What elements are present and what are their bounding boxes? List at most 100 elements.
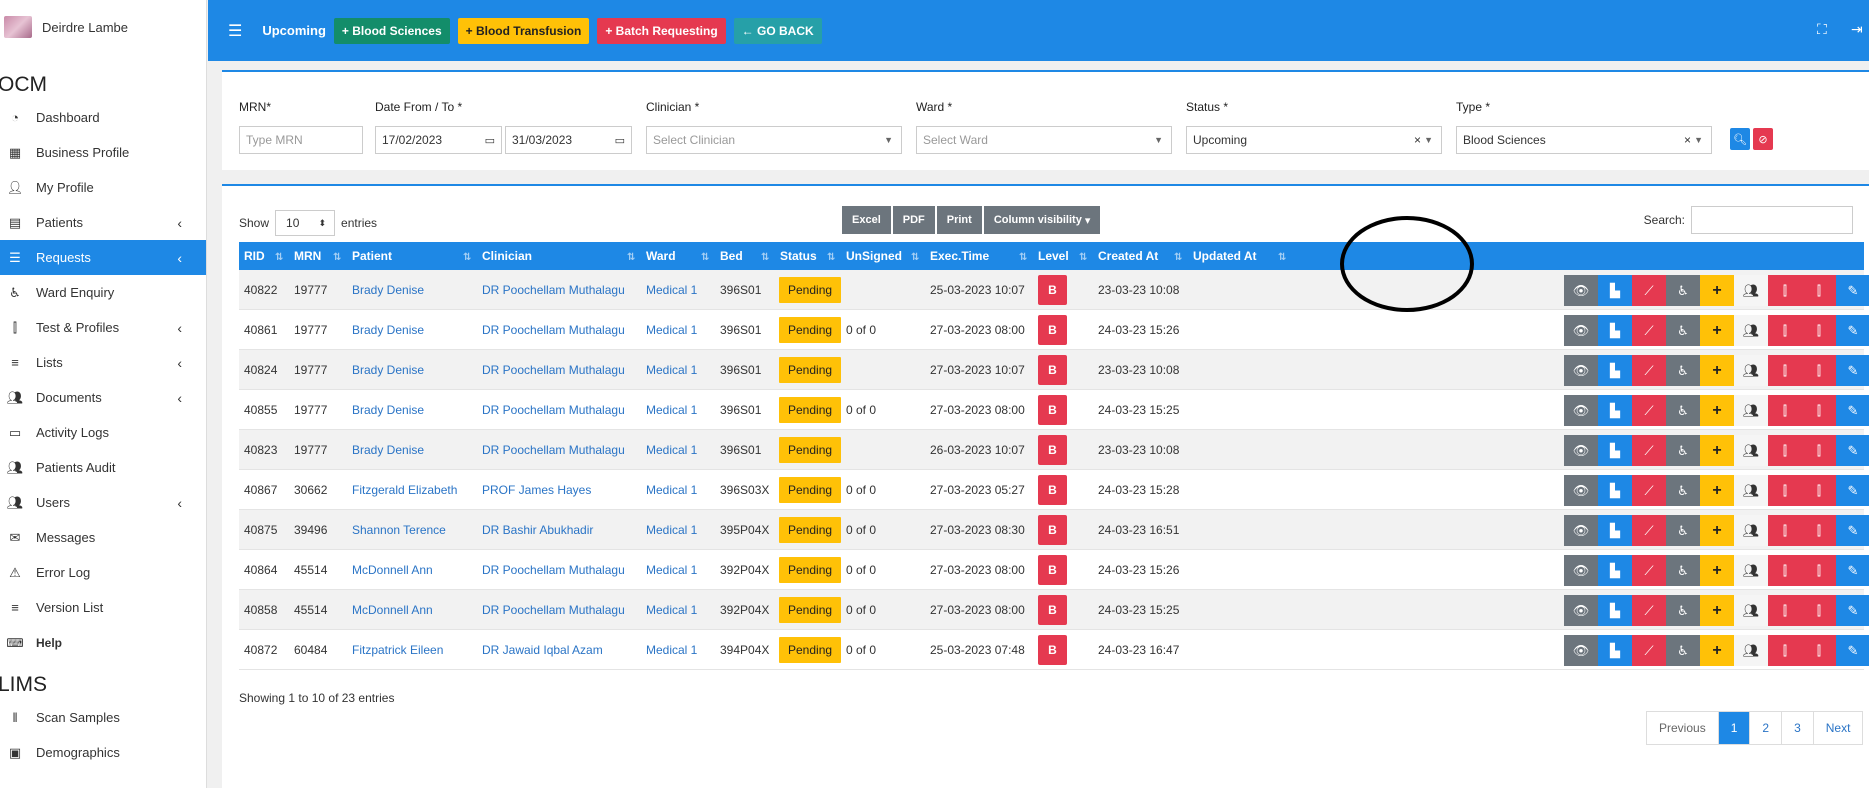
sidebar-item-scan-samples[interactable]: ‖ Scan Samples [0, 700, 206, 735]
cell-ward[interactable]: Medical 1 [641, 510, 697, 550]
column-header-patient[interactable]: Patient [347, 242, 392, 270]
users-icon[interactable]: 👥︎ [1734, 555, 1768, 586]
cell-patient[interactable]: Brady Denise [347, 430, 424, 470]
cell-ward[interactable]: Medical 1 [641, 550, 697, 590]
users-icon[interactable]: 👥︎ [1734, 635, 1768, 666]
date-to-input[interactable]: 31/03/2023 ▭ [505, 126, 632, 154]
edit-icon[interactable]: ✎ [1836, 635, 1869, 666]
wheelchair-icon[interactable]: ♿︎ [1666, 515, 1700, 546]
vials-icon[interactable]: ⫿ [1768, 355, 1802, 386]
view-icon[interactable]: 👁︎ [1564, 355, 1598, 386]
vials-icon[interactable]: ⫿ [1802, 395, 1836, 426]
sidebar-item-lists[interactable]: ≡ Lists ‹ [0, 345, 206, 380]
date-from-input[interactable]: 17/02/2023 ▭ [375, 126, 502, 154]
cell-clinician[interactable]: DR Poochellam Muthalagu [477, 270, 625, 310]
vials-icon[interactable]: ⫿ [1802, 555, 1836, 586]
cell-clinician[interactable]: DR Poochellam Muthalagu [477, 310, 625, 350]
wheelchair-icon[interactable]: ♿︎ [1666, 275, 1700, 306]
blood-transfusion-button[interactable]: + Blood Transfusion [457, 17, 590, 44]
sidebar-item-ward-enquiry[interactable]: ♿︎ Ward Enquiry [0, 275, 206, 310]
view-icon[interactable]: 👁︎ [1564, 555, 1598, 586]
vials-icon[interactable]: ⫿ [1802, 355, 1836, 386]
column-header-ward[interactable]: Ward [641, 242, 676, 270]
sidebar-item-patients-audit[interactable]: 👥︎ Patients Audit [0, 450, 206, 485]
logout-icon[interactable]: ⇥ [1851, 21, 1863, 38]
users-icon[interactable]: 👥︎ [1734, 475, 1768, 506]
vials-icon[interactable]: ⫿ [1768, 435, 1802, 466]
edit-icon[interactable]: ✎ [1836, 275, 1869, 306]
edit-icon[interactable]: ✎ [1836, 315, 1869, 346]
reset-button[interactable]: ⊘ [1753, 128, 1773, 150]
users-icon[interactable]: 👥︎ [1734, 515, 1768, 546]
cell-clinician[interactable]: DR Poochellam Muthalagu [477, 390, 625, 430]
previous-page-button[interactable]: Previous [1647, 712, 1719, 744]
sidebar-item-activity-logs[interactable]: ▭ Activity Logs [0, 415, 206, 450]
cell-clinician[interactable]: PROF James Hayes [477, 470, 591, 510]
cell-ward[interactable]: Medical 1 [641, 270, 697, 310]
cell-clinician[interactable]: DR Poochellam Muthalagu [477, 350, 625, 390]
wheelchair-icon[interactable]: ♿︎ [1666, 395, 1700, 426]
page-length-select[interactable]: 10 ⬍ [275, 210, 336, 236]
wheelchair-icon[interactable]: ♿︎ [1666, 355, 1700, 386]
cell-patient[interactable]: Brady Denise [347, 270, 424, 310]
add-icon[interactable]: + [1700, 475, 1734, 506]
sidebar-item-users[interactable]: 👥︎ Users ‹ [0, 485, 206, 520]
cell-ward[interactable]: Medical 1 [641, 350, 697, 390]
mrn-input[interactable]: Type MRN [239, 126, 363, 154]
users-icon[interactable]: 👥︎ [1734, 275, 1768, 306]
cell-clinician[interactable]: DR Bashir Abukhadir [477, 510, 593, 550]
column-header-clinician[interactable]: Clinician [477, 242, 532, 270]
column-header-status[interactable]: Status [775, 242, 817, 270]
wheelchair-icon[interactable]: ♿︎ [1666, 595, 1700, 626]
cell-patient[interactable]: Brady Denise [347, 350, 424, 390]
wheelchair-icon[interactable]: ♿︎ [1666, 435, 1700, 466]
cell-ward[interactable]: Medical 1 [641, 630, 697, 670]
vials-icon[interactable]: ⫿ [1768, 275, 1802, 306]
sidebar-item-dashboard[interactable]: ◔ Dashboard [0, 100, 206, 135]
sidebar-item-version-list[interactable]: ≡ Version List [0, 590, 206, 625]
edit-icon[interactable]: ✎ [1836, 515, 1869, 546]
vials-icon[interactable]: ⫿ [1802, 475, 1836, 506]
page-1-button[interactable]: 1 [1718, 712, 1751, 744]
chart-line-icon[interactable]: ⟋ [1632, 355, 1666, 386]
vials-icon[interactable]: ⫿ [1802, 635, 1836, 666]
chart-bar-icon[interactable]: ▙ [1598, 355, 1632, 386]
edit-icon[interactable]: ✎ [1836, 595, 1869, 626]
cell-patient[interactable]: McDonnell Ann [347, 550, 433, 590]
vials-icon[interactable]: ⫿ [1768, 315, 1802, 346]
cell-patient[interactable]: Brady Denise [347, 310, 424, 350]
sidebar-item-business-profile[interactable]: ▦ Business Profile [0, 135, 206, 170]
vials-icon[interactable]: ⫿ [1768, 635, 1802, 666]
users-icon[interactable]: 👥︎ [1734, 315, 1768, 346]
edit-icon[interactable]: ✎ [1836, 475, 1869, 506]
view-icon[interactable]: 👁︎ [1564, 435, 1598, 466]
column-header-unsigned[interactable]: UnSigned [841, 242, 902, 270]
vials-icon[interactable]: ⫿ [1802, 315, 1836, 346]
page-2-button[interactable]: 2 [1750, 712, 1783, 744]
cell-ward[interactable]: Medical 1 [641, 390, 697, 430]
clear-icon[interactable]: × [1414, 133, 1421, 147]
column-header-exec[interactable]: Exec.Time [925, 242, 989, 270]
edit-icon[interactable]: ✎ [1836, 355, 1869, 386]
chart-line-icon[interactable]: ⟋ [1632, 275, 1666, 306]
add-icon[interactable]: + [1700, 315, 1734, 346]
chart-line-icon[interactable]: ⟋ [1632, 395, 1666, 426]
ward-select[interactable]: Select Ward ▼ [916, 126, 1172, 154]
cell-patient[interactable]: Fitzpatrick Eileen [347, 630, 443, 670]
add-icon[interactable]: + [1700, 595, 1734, 626]
column-header-created[interactable]: Created At [1093, 242, 1158, 270]
blood-sciences-button[interactable]: + Blood Sciences [333, 17, 450, 44]
edit-icon[interactable]: ✎ [1836, 435, 1869, 466]
column-header-level[interactable]: Level [1033, 242, 1069, 270]
cell-ward[interactable]: Medical 1 [641, 590, 697, 630]
vials-icon[interactable]: ⫿ [1768, 395, 1802, 426]
sidebar-item-my-profile[interactable]: 👤︎ My Profile [0, 170, 206, 205]
print-button[interactable]: Print [936, 206, 982, 234]
sidebar-item-help[interactable]: ⌨︎ Help [0, 625, 206, 660]
add-icon[interactable]: + [1700, 515, 1734, 546]
chart-line-icon[interactable]: ⟋ [1632, 435, 1666, 466]
add-icon[interactable]: + [1700, 355, 1734, 386]
users-icon[interactable]: 👥︎ [1734, 395, 1768, 426]
cell-ward[interactable]: Medical 1 [641, 430, 697, 470]
status-select[interactable]: Upcoming × ▼ [1186, 126, 1442, 154]
